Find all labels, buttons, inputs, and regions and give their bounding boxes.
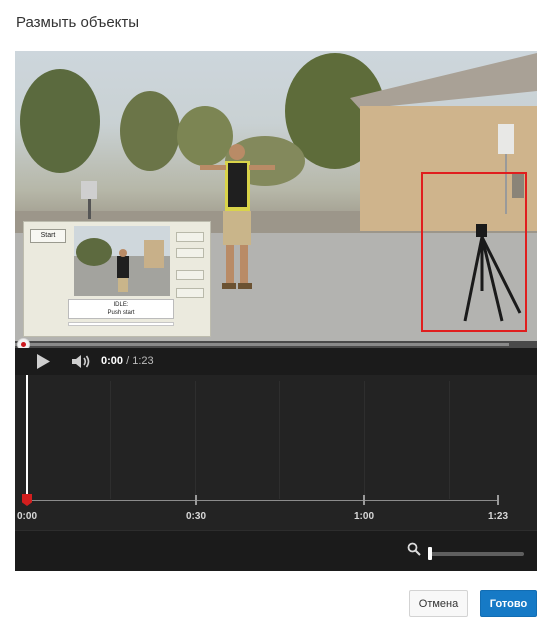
timeline-ruler [26,500,499,501]
play-button[interactable] [35,353,51,370]
timeline[interactable]: 0:00 0:30 1:00 1:23 [15,375,537,530]
cancel-button[interactable]: Отмена [409,590,468,617]
electric-box [498,124,514,154]
pip-video-thumbnail [74,226,170,296]
play-icon [37,354,50,369]
timeline-tick [195,495,197,505]
timeline-tick-label: 1:23 [487,511,509,522]
timeline-gridline [195,381,196,499]
player-controls: 0:00 / 1:23 [15,348,537,375]
pip-progress-bar [68,322,174,326]
sign-post [88,199,91,219]
picture-in-picture-overlay: Start IDLE: Push start [23,221,211,337]
pip-scene [74,226,170,296]
roof [350,53,537,109]
video-editor-player: Start IDLE: Push start 0:00 / 1:23 0:00 … [15,51,537,571]
timeline-gridline [279,381,280,499]
pip-side-control [176,232,204,242]
timeline-playhead[interactable] [26,375,28,497]
sign [81,181,97,199]
time-total: 1:23 [132,355,154,367]
tree [120,91,180,171]
timeline-playhead-marker[interactable] [22,494,32,506]
pip-status-line1: IDLE: [113,302,129,308]
timeline-zoom-bar [15,530,537,571]
timeline-gridline [449,381,450,499]
progress-buffered [15,343,509,346]
pip-status-line2: Push start [107,310,135,316]
zoom-slider-handle[interactable] [428,547,432,560]
pip-side-control [176,270,204,280]
zoom-slider-track[interactable] [428,552,524,556]
timeline-gridline [110,381,111,499]
volume-icon [72,355,90,368]
pip-side-control [176,248,204,258]
done-button[interactable]: Готово [480,590,537,617]
timeline-tick-label: 0:30 [185,511,207,522]
tree [20,69,100,173]
timeline-tick [497,495,499,505]
time-separator: / [123,355,133,367]
pip-status-box: IDLE: Push start [68,299,174,319]
blur-selection-box[interactable] [421,172,527,332]
dialog-title: Размыть объекты [16,14,140,31]
timeline-tick-label: 1:00 [353,511,375,522]
time-current: 0:00 [101,355,124,367]
pip-start-button: Start [30,229,66,243]
tree [177,106,233,166]
progress-bar[interactable] [15,341,537,348]
timeline-tick [363,495,365,505]
video-frame[interactable]: Start IDLE: Push start [15,51,537,341]
time-display: 0:00 / 1:23 [101,355,154,367]
volume-button[interactable] [71,353,91,370]
pip-side-control [176,288,204,298]
timeline-tick-label: 0:00 [16,511,38,522]
timeline-gridline [364,381,365,499]
zoom-icon [407,542,421,556]
